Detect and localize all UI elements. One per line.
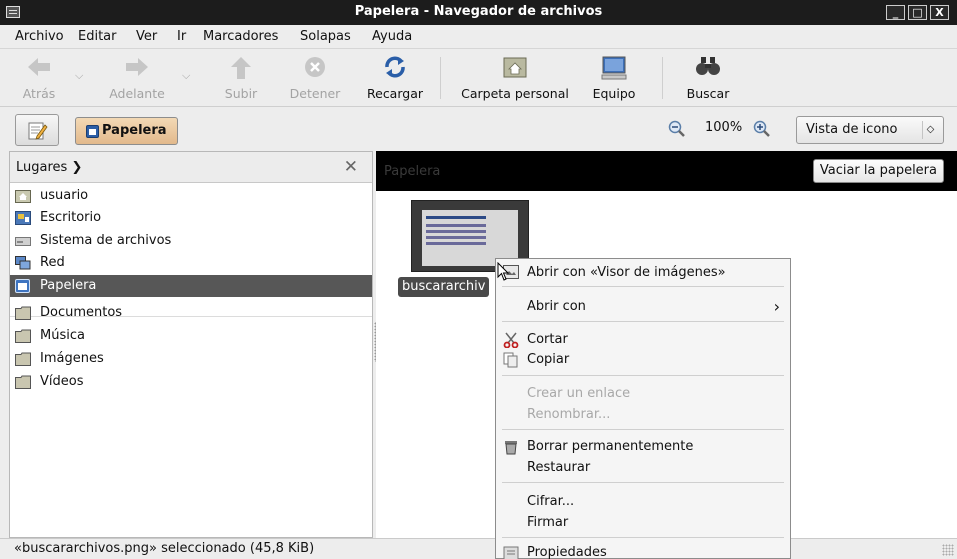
zoom-out-icon[interactable]	[668, 120, 686, 138]
menu-separator	[502, 429, 784, 430]
zoom-level[interactable]: 100%	[705, 120, 742, 135]
menu-ver[interactable]: Ver	[136, 29, 157, 44]
arrow-up-icon	[231, 57, 251, 79]
copy-icon	[503, 352, 518, 368]
menu-ayuda[interactable]: Ayuda	[372, 29, 412, 44]
view-mode-select[interactable]: Vista de icono ◇	[796, 116, 944, 144]
properties-icon	[503, 546, 519, 559]
zoom-in-icon[interactable]	[753, 120, 771, 138]
sidebar: Lugares ❯ ✕ usuario Escritorio Sistema d…	[9, 151, 380, 538]
maximize-button[interactable]: □	[908, 5, 927, 20]
sidebar-item-red[interactable]: Red	[10, 252, 372, 274]
context-menu: Abrir con «Visor de imágenes» Abrir con …	[495, 258, 791, 559]
menu-item-delete-permanently[interactable]: Borrar permanentemente	[496, 436, 790, 458]
status-text: «buscararchivos.png» seleccionado (45,8 …	[14, 541, 315, 556]
back-history-caret-icon[interactable]: ⌵	[75, 69, 83, 83]
folder-icon	[15, 306, 31, 320]
sidebar-bookmark-videos[interactable]: Vídeos	[10, 371, 372, 393]
toolbar: Atrás ⌵ Adelante ⌵ Subir Detener Recarga…	[0, 49, 957, 107]
sidebar-item-escritorio[interactable]: Escritorio	[10, 207, 372, 229]
menu-archivo[interactable]: Archivo	[15, 29, 64, 44]
status-bar: «buscararchivos.png» seleccionado (45,8 …	[0, 538, 957, 559]
window-controls: _ □ X	[886, 5, 949, 20]
trash-icon	[15, 279, 30, 293]
menu-item-encrypt[interactable]: Cifrar...	[496, 491, 790, 513]
sidebar-bookmark-musica[interactable]: Música	[10, 325, 372, 347]
arrow-left-icon	[28, 58, 50, 76]
menu-item-rename: Renombrar...	[527, 407, 611, 422]
drive-icon	[15, 237, 31, 246]
toolbar-separator	[440, 57, 441, 99]
trash-icon	[86, 125, 99, 138]
menu-item-open-with[interactable]: Abrir con ›	[496, 296, 790, 318]
scissors-icon	[503, 332, 519, 348]
binoculars-icon	[696, 57, 720, 75]
sidebar-item-usuario[interactable]: usuario	[10, 185, 372, 207]
menu-separator	[502, 537, 784, 538]
trash-can-icon	[505, 441, 517, 455]
menu-separator	[502, 482, 784, 483]
sidebar-item-sistema-de-archivos[interactable]: Sistema de archivos	[10, 230, 372, 252]
mouse-pointer-icon	[497, 262, 510, 281]
trash-info-bar: Papelera Vaciar la papelera	[376, 151, 957, 191]
folder-icon	[15, 352, 31, 366]
network-icon	[15, 256, 31, 270]
menu-separator	[502, 286, 784, 287]
empty-trash-button[interactable]: Vaciar la papelera	[812, 159, 944, 183]
window-resize-grip[interactable]	[942, 544, 954, 556]
reload-icon	[385, 56, 405, 78]
computer-icon	[601, 56, 627, 80]
menu-item-sign[interactable]: Firmar	[496, 512, 790, 534]
menu-marcadores[interactable]: Marcadores	[203, 29, 278, 44]
sidebar-type-select[interactable]: Lugares ❯	[16, 160, 82, 175]
folder-icon	[15, 329, 31, 343]
path-button-papelera[interactable]: Papelera	[75, 117, 178, 145]
minimize-button[interactable]: _	[886, 5, 905, 20]
desktop-icon	[15, 211, 31, 225]
toggle-location-entry-button[interactable]	[15, 114, 59, 146]
edit-pencil-icon	[28, 122, 48, 140]
sidebar-item-papelera[interactable]: Papelera	[10, 275, 372, 297]
menu-item-restore[interactable]: Restaurar	[496, 457, 790, 479]
file-label[interactable]: buscararchiv	[398, 277, 490, 297]
close-window-button[interactable]: X	[930, 5, 949, 20]
menu-ir[interactable]: Ir	[177, 29, 186, 44]
menu-separator	[502, 375, 784, 376]
menu-solapas[interactable]: Solapas	[300, 29, 351, 44]
menu-item-cut[interactable]: Cortar	[496, 329, 790, 351]
submenu-arrow-icon: ›	[773, 297, 780, 316]
title-bar: Papelera - Navegador de archivos _ □ X	[0, 0, 957, 25]
menu-separator	[502, 321, 784, 322]
sidebar-header: Lugares ❯ ✕	[10, 152, 372, 183]
menu-bar: Archivo Editar Ver Ir Marcadores Solapas…	[0, 25, 957, 49]
select-arrows-icon: ◇	[922, 121, 938, 139]
trash-bar-title: Papelera	[384, 164, 441, 179]
stop-icon	[305, 57, 325, 77]
menu-editar[interactable]: Editar	[78, 29, 117, 44]
forward-history-caret-icon[interactable]: ⌵	[182, 69, 190, 83]
sidebar-bookmark-documentos[interactable]: Documentos	[10, 302, 372, 324]
menu-item-make-link: Crear un enlace	[527, 386, 631, 401]
home-folder-icon	[503, 57, 527, 78]
window-title: Papelera - Navegador de archivos	[354, 4, 603, 19]
folder-icon	[15, 375, 31, 389]
home-folder-icon	[15, 190, 31, 203]
sidebar-bookmark-imagenes[interactable]: Imágenes	[10, 348, 372, 370]
chevron-down-icon: ❯	[67, 160, 83, 175]
location-bar: Papelera 100% Vista de icono ◇	[0, 108, 957, 150]
toolbar-separator	[662, 57, 663, 99]
close-sidebar-icon[interactable]: ✕	[344, 157, 358, 177]
menu-item-copy[interactable]: Copiar	[496, 349, 790, 371]
menu-item-open-with-viewer[interactable]: Abrir con «Visor de imágenes»	[496, 262, 790, 284]
menu-item-properties[interactable]: Propiedades	[496, 542, 790, 559]
arrow-right-icon	[126, 58, 148, 76]
